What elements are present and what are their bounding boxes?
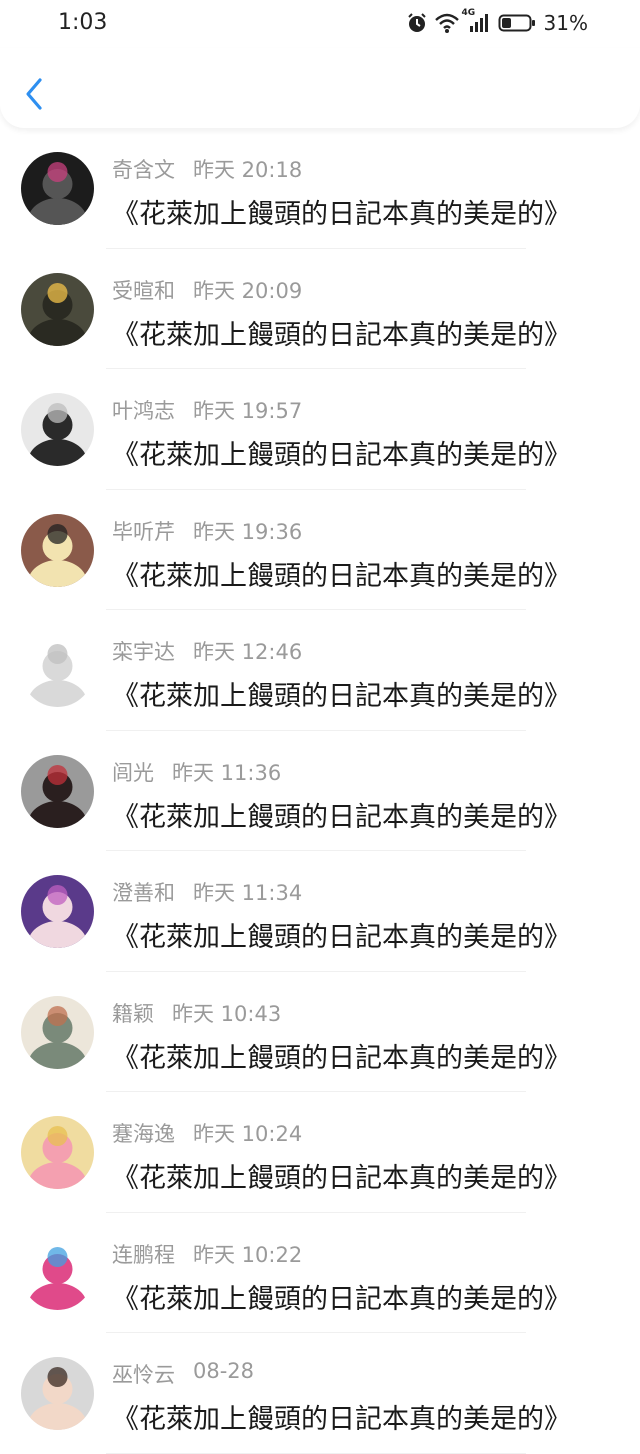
timestamp: 昨天 10:22 <box>193 1242 303 1267</box>
comment-row[interactable]: 叶鸿志 昨天 19:57 《花萊加上饅頭的日記本真的美是的》 <box>0 369 640 490</box>
comment-meta: 奇含文 昨天 20:18 <box>112 154 302 184</box>
avatar-image <box>21 1357 94 1430</box>
timestamp: 昨天 12:46 <box>193 640 303 664</box>
comment-text: 《花萊加上饅頭的日記本真的美是的》 <box>112 560 571 592</box>
comment-meta: 闾光 昨天 11:36 <box>112 757 281 787</box>
chevron-left-icon <box>26 78 42 110</box>
username[interactable]: 叶鸿志 <box>112 395 175 425</box>
avatar[interactable] <box>21 272 94 346</box>
comment-meta: 毕听芹 昨天 19:36 <box>112 516 302 546</box>
avatar[interactable] <box>21 393 94 466</box>
avatar-image <box>21 513 94 587</box>
username[interactable]: 连鹏程 <box>112 1239 175 1269</box>
comment-row[interactable]: 栾宇达 昨天 12:46 《花萊加上饅頭的日記本真的美是的》 <box>0 610 640 731</box>
avatar-image <box>21 393 94 466</box>
comment-text: 《花萊加上饅頭的日記本真的美是的》 <box>112 440 571 471</box>
comment-text: 《花萊加上饅頭的日記本真的美是的》 <box>112 801 571 833</box>
header-bar <box>0 48 640 128</box>
wifi-icon <box>434 12 460 34</box>
cellular-signal-icon: 4G <box>462 8 492 34</box>
battery-icon <box>498 12 536 34</box>
timestamp: 昨天 11:36 <box>172 760 282 785</box>
timestamp: 昨天 19:36 <box>193 519 303 544</box>
username[interactable]: 毕听芹 <box>112 516 175 546</box>
comment-row[interactable]: 巫怜云 08-28 《花萊加上饅頭的日記本真的美是的》 <box>0 1333 640 1454</box>
avatar[interactable] <box>21 754 94 828</box>
avatar-image <box>21 754 94 828</box>
comment-row[interactable]: 受暄和 昨天 20:09 《花萊加上饅頭的日記本真的美是的》 <box>0 249 640 369</box>
avatar[interactable] <box>21 1357 94 1430</box>
avatar-image <box>21 875 94 948</box>
avatar[interactable] <box>21 152 94 225</box>
avatar[interactable] <box>21 634 94 707</box>
avatar-image <box>21 272 94 346</box>
status-bar: 1:03 4G 31% <box>0 0 640 48</box>
comment-meta: 籍颖 昨天 10:43 <box>112 998 281 1028</box>
username[interactable]: 栾宇达 <box>112 636 175 666</box>
comment-text: 《花萊加上饅頭的日記本真的美是的》 <box>112 1283 571 1315</box>
avatar[interactable] <box>21 513 94 587</box>
username[interactable]: 巫怜云 <box>112 1359 175 1389</box>
comment-text: 《花萊加上饅頭的日記本真的美是的》 <box>112 319 571 351</box>
avatar-image <box>21 152 94 225</box>
timestamp: 昨天 19:57 <box>193 399 303 423</box>
comment-text: 《花萊加上饅頭的日記本真的美是的》 <box>112 1404 571 1435</box>
comment-row[interactable]: 籍颖 昨天 10:43 《花萊加上饅頭的日記本真的美是的》 <box>0 972 640 1092</box>
avatar-image <box>21 1236 94 1310</box>
username[interactable]: 奇含文 <box>112 154 175 184</box>
status-icons: 4G 31% <box>406 8 588 35</box>
timestamp: 08-28 <box>193 1359 255 1383</box>
battery-percentage: 31% <box>543 11 588 35</box>
timestamp: 昨天 10:43 <box>172 1001 282 1026</box>
comment-text: 《花萊加上饅頭的日記本真的美是的》 <box>112 922 571 953</box>
alarm-icon <box>406 12 428 34</box>
username[interactable]: 闾光 <box>112 757 154 787</box>
comment-meta: 澄善和 昨天 11:34 <box>112 877 302 907</box>
comment-meta: 栾宇达 昨天 12:46 <box>112 636 302 666</box>
back-button[interactable] <box>18 74 50 114</box>
comment-row[interactable]: 毕听芹 昨天 19:36 《花萊加上饅頭的日記本真的美是的》 <box>0 490 640 610</box>
avatar[interactable] <box>21 1116 94 1189</box>
avatar-image <box>21 634 94 707</box>
username[interactable]: 籍颖 <box>112 998 154 1028</box>
comment-meta: 蹇海逸 昨天 10:24 <box>112 1118 302 1148</box>
comment-row[interactable]: 闾光 昨天 11:36 《花萊加上饅頭的日記本真的美是的》 <box>0 731 640 851</box>
timestamp: 昨天 20:09 <box>193 278 303 303</box>
avatar-image <box>21 1116 94 1189</box>
comment-list: 奇含文 昨天 20:18 《花萊加上饅頭的日記本真的美是的》 受暄和 昨天 20… <box>0 128 640 1454</box>
comment-text: 《花萊加上饅頭的日記本真的美是的》 <box>112 1163 571 1194</box>
comment-meta: 巫怜云 08-28 <box>112 1359 254 1389</box>
divider <box>106 1452 526 1454</box>
avatar[interactable] <box>21 1236 94 1310</box>
comment-meta: 受暄和 昨天 20:09 <box>112 275 302 305</box>
avatar[interactable] <box>21 875 94 948</box>
avatar[interactable] <box>21 995 94 1069</box>
comment-row[interactable]: 奇含文 昨天 20:18 《花萊加上饅頭的日記本真的美是的》 <box>0 128 640 249</box>
status-time: 1:03 <box>58 10 108 35</box>
timestamp: 昨天 11:34 <box>193 881 303 905</box>
comment-meta: 连鹏程 昨天 10:22 <box>112 1239 302 1269</box>
comment-row[interactable]: 连鹏程 昨天 10:22 《花萊加上饅頭的日記本真的美是的》 <box>0 1213 640 1333</box>
comment-row[interactable]: 澄善和 昨天 11:34 《花萊加上饅頭的日記本真的美是的》 <box>0 851 640 972</box>
comment-text: 《花萊加上饅頭的日記本真的美是的》 <box>112 1042 571 1074</box>
comment-text: 《花萊加上饅頭的日記本真的美是的》 <box>112 199 571 230</box>
comment-text: 《花萊加上饅頭的日記本真的美是的》 <box>112 681 571 712</box>
network-type-label: 4G <box>461 8 476 18</box>
timestamp: 昨天 20:18 <box>193 158 303 182</box>
avatar-image <box>21 995 94 1069</box>
username[interactable]: 蹇海逸 <box>112 1118 175 1148</box>
comment-row[interactable]: 蹇海逸 昨天 10:24 《花萊加上饅頭的日記本真的美是的》 <box>0 1092 640 1213</box>
comment-meta: 叶鸿志 昨天 19:57 <box>112 395 302 425</box>
timestamp: 昨天 10:24 <box>193 1122 303 1146</box>
username[interactable]: 澄善和 <box>112 877 175 907</box>
username[interactable]: 受暄和 <box>112 275 175 305</box>
